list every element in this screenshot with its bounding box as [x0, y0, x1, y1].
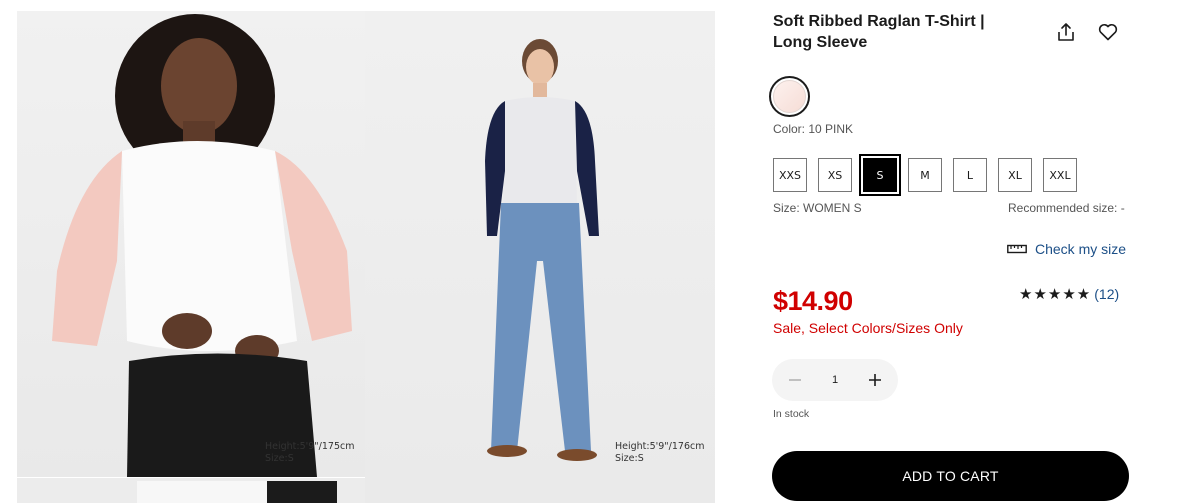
product-image-2[interactable]: Height:5'9"/176cm Size:S — [365, 11, 715, 503]
size-option-xl[interactable]: XL — [998, 158, 1032, 192]
stock-status: In stock — [773, 408, 810, 420]
review-count-link[interactable]: (12) — [1094, 286, 1119, 302]
add-to-cart-button[interactable]: ADD TO CART — [772, 451, 1129, 501]
ruler-icon — [1007, 244, 1027, 254]
size-option-xxs[interactable]: XXS — [773, 158, 807, 192]
quantity-increase-button[interactable] — [864, 369, 886, 391]
color-swatch-pink[interactable] — [769, 76, 810, 117]
size-option-s[interactable]: S — [859, 154, 901, 196]
product-rating: ★★★★★ (12) — [1019, 285, 1119, 303]
rating-stars-icon: ★★★★★ — [1019, 286, 1092, 303]
plus-icon — [869, 374, 881, 386]
product-title: Soft Ribbed Raglan T-Shirt | Long Sleeve — [773, 13, 985, 51]
wishlist-button[interactable] — [1097, 21, 1119, 43]
model-illustration-1 — [52, 14, 352, 477]
quantity-value[interactable]: 1 — [832, 374, 838, 386]
sale-note: Sale, Select Colors/Sizes Only — [773, 320, 963, 336]
product-image-3[interactable] — [17, 478, 365, 503]
share-button[interactable] — [1055, 21, 1077, 43]
check-my-size-link[interactable]: Check my size — [1007, 241, 1126, 257]
size-label: Size: WOMEN S — [773, 201, 862, 215]
quantity-stepper: 1 — [772, 359, 898, 401]
model-measurements-1: Height:5'9"/175cm Size:S — [265, 441, 355, 464]
size-selector: XXS XS S M L XL XXL — [773, 154, 1077, 196]
size-option-xs[interactable]: XS — [818, 158, 852, 192]
product-price: $14.90 — [773, 286, 853, 316]
product-image-1[interactable]: Height:5'9"/175cm Size:S — [17, 11, 365, 477]
quantity-decrease-button[interactable] — [784, 369, 806, 391]
heart-icon — [1098, 23, 1118, 41]
recommended-size: Recommended size: - — [1008, 201, 1125, 215]
color-label: Color: 10 PINK — [773, 122, 854, 136]
model-measurements-2: Height:5'9"/176cm Size:S — [615, 441, 705, 464]
size-option-xxl[interactable]: XXL — [1043, 158, 1077, 192]
size-option-l[interactable]: L — [953, 158, 987, 192]
model-illustration-2 — [485, 39, 599, 461]
model-illustration-3 — [17, 478, 365, 503]
size-option-m[interactable]: M — [908, 158, 942, 192]
share-icon — [1058, 23, 1074, 41]
check-my-size-label: Check my size — [1035, 241, 1127, 257]
swatch-fill — [773, 80, 806, 113]
minus-icon — [789, 379, 801, 381]
